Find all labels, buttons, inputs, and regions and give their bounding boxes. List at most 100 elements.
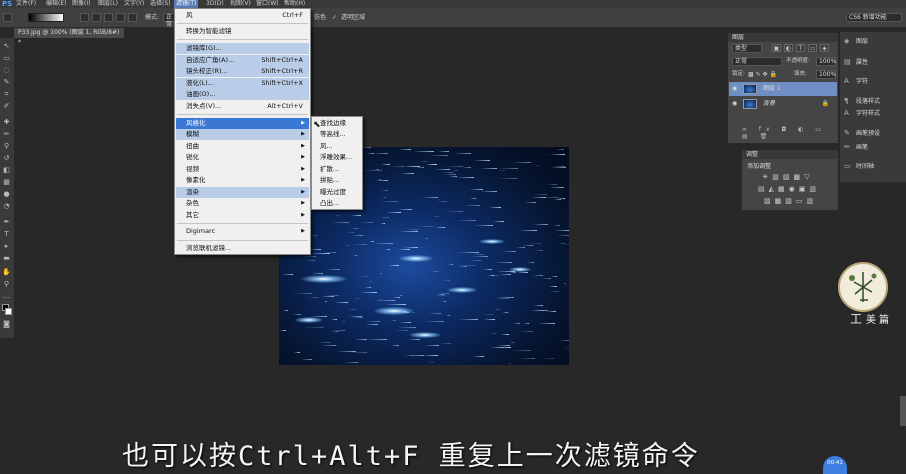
reflected-gradient-icon[interactable] bbox=[116, 13, 125, 22]
linear-gradient-icon[interactable] bbox=[80, 13, 89, 22]
menubar-item[interactable]: 帮助(H) bbox=[282, 0, 307, 8]
transparent-checkbox[interactable]: ✓ bbox=[332, 13, 337, 22]
submenu-contour[interactable]: 等高线... bbox=[313, 129, 361, 140]
opacity-field[interactable]: 100% bbox=[816, 57, 836, 66]
lock-icons[interactable]: ▩ ✎ ✥ 🔒 bbox=[748, 70, 777, 79]
submenu-tiles[interactable]: 拼贴... bbox=[313, 175, 361, 186]
layer-name[interactable]: 图层 1 bbox=[763, 82, 781, 96]
shape-tool-icon[interactable]: ▬ bbox=[2, 254, 11, 262]
hand-tool-icon[interactable]: ✋ bbox=[2, 268, 11, 276]
submenu-emboss[interactable]: 浮雕效果... bbox=[313, 152, 361, 163]
dock-brush-presets[interactable]: ✎ 画笔预设 bbox=[840, 128, 902, 139]
menubar-item[interactable]: 图像(I) bbox=[70, 0, 92, 8]
layer-row[interactable]: ◉ 图层 1 bbox=[729, 82, 837, 96]
filter-pixel-icon[interactable]: ▣ bbox=[772, 44, 781, 52]
menubar-item[interactable]: 文字(Y) bbox=[122, 0, 146, 8]
eye-icon[interactable]: ◉ bbox=[732, 82, 737, 96]
menu-item-stylize[interactable]: 风格化 ▶ bbox=[176, 118, 309, 129]
menu-item-oil-paint[interactable]: 油画(O)... bbox=[176, 89, 309, 100]
dock-brush[interactable]: ✏ 画笔 bbox=[840, 142, 902, 153]
quick-select-tool-icon[interactable]: ✎ bbox=[2, 78, 11, 86]
stamp-tool-icon[interactable]: ⚲ bbox=[2, 142, 11, 150]
more-tools-icon[interactable]: … bbox=[2, 292, 11, 300]
brush-tool-icon[interactable]: ✏ bbox=[2, 130, 11, 138]
adjustment-icons-row-2[interactable]: ▤◭▦◉▣▥ bbox=[758, 185, 820, 193]
menubar-item[interactable]: 文件(F) bbox=[14, 0, 38, 8]
adjustment-icons-row-3[interactable]: ▨▩▧▭▥ bbox=[764, 197, 817, 205]
menu-item-render[interactable]: 渲染 ▶ bbox=[176, 187, 309, 198]
submenu-wind[interactable]: 风... bbox=[313, 141, 361, 152]
gradient-tool-icon[interactable]: ▦ bbox=[2, 178, 11, 186]
blur-tool-icon[interactable]: ● bbox=[2, 190, 11, 198]
layers-panel-title[interactable]: 图层 bbox=[728, 33, 838, 42]
pen-tool-icon[interactable]: ✒ bbox=[2, 218, 11, 226]
menu-item-smart-filter[interactable]: 转换为智能滤镜 bbox=[176, 26, 309, 37]
layer-name[interactable]: 背景 bbox=[763, 97, 775, 111]
menu-item-vanishing-point[interactable]: 消失点(V)... Alt+Ctrl+V bbox=[176, 101, 309, 112]
menu-item-liquify[interactable]: 液化(L)... Shift+Ctrl+X bbox=[176, 78, 309, 89]
gradient-picker[interactable] bbox=[28, 13, 64, 22]
menu-item-distort[interactable]: 扭曲 ▶ bbox=[176, 141, 309, 152]
menu-item-adaptive-wide-angle[interactable]: 自适应广角(A)... Shift+Ctrl+A bbox=[176, 55, 309, 66]
dock-timeline[interactable]: ▭ 时间轴 bbox=[840, 161, 902, 172]
marquee-tool-icon[interactable]: ▭ bbox=[2, 54, 11, 62]
background-color[interactable] bbox=[5, 308, 12, 315]
submenu-diffuse[interactable]: 扩散... bbox=[313, 164, 361, 175]
crop-tool-icon[interactable]: ⌗ bbox=[2, 90, 11, 98]
dock-character[interactable]: A 字符 bbox=[840, 76, 902, 87]
menu-item-last-filter[interactable]: 风 Ctrl+F bbox=[176, 10, 309, 21]
menu-item-blur[interactable]: 模糊 ▶ bbox=[176, 129, 309, 140]
filter-type-icon[interactable]: T bbox=[796, 44, 805, 52]
menubar-item[interactable]: 视图(V) bbox=[228, 0, 253, 8]
menubar-item[interactable]: 窗口(W) bbox=[254, 0, 281, 8]
layer-row[interactable]: ◉ 背景 🔒 bbox=[729, 97, 837, 111]
path-select-icon[interactable]: ▸ bbox=[2, 242, 11, 250]
filter-shape-icon[interactable]: ▭ bbox=[808, 44, 817, 52]
menubar-item[interactable]: 选择(S) bbox=[148, 0, 173, 8]
quick-mask-icon[interactable]: ◙ bbox=[2, 320, 11, 328]
menubar-item[interactable]: 3D(D) bbox=[204, 0, 226, 8]
menu-item-digimarc[interactable]: Digimarc ▶ bbox=[176, 226, 309, 237]
submenu-solarize[interactable]: 曝光过度 bbox=[313, 187, 361, 198]
eyedropper-tool-icon[interactable]: ✐ bbox=[2, 102, 11, 110]
menu-item-browse-filters[interactable]: 浏览联机滤镜... bbox=[176, 243, 309, 254]
menubar-item[interactable]: 滤镜(T) bbox=[174, 0, 199, 8]
type-tool-icon[interactable]: T bbox=[2, 230, 11, 238]
scrollbar-handle[interactable] bbox=[900, 396, 906, 426]
blend-mode-select[interactable]: 正常 bbox=[732, 57, 782, 66]
fill-field[interactable]: 100% bbox=[816, 70, 836, 79]
document-tab[interactable]: P33.jpg @ 100% (图层 1, RGB/8#) * bbox=[14, 28, 124, 46]
menu-item-filter-gallery[interactable]: 滤镜库(G)... bbox=[176, 43, 309, 54]
dock-character-styles[interactable]: A 字符样式 bbox=[840, 108, 902, 119]
dock-layers[interactable]: ◈ 图层 bbox=[840, 36, 902, 47]
dodge-tool-icon[interactable]: ◔ bbox=[2, 202, 11, 210]
menu-item-other[interactable]: 其它 ▶ bbox=[176, 210, 309, 221]
eye-icon[interactable]: ◉ bbox=[732, 97, 737, 111]
eraser-tool-icon[interactable]: ◧ bbox=[2, 166, 11, 174]
zoom-tool-icon[interactable]: ⚲ bbox=[2, 280, 11, 288]
move-tool-icon[interactable]: ↖ bbox=[2, 42, 11, 50]
layer-kind-filter[interactable]: 类型 bbox=[732, 44, 762, 53]
menubar-item[interactable]: 编辑(E) bbox=[44, 0, 68, 8]
healing-tool-icon[interactable]: ✚ bbox=[2, 118, 11, 126]
lasso-tool-icon[interactable]: ◌ bbox=[2, 66, 11, 74]
menu-item-noise[interactable]: 杂色 ▶ bbox=[176, 198, 309, 209]
adjustment-icons-row-1[interactable]: ☀▥▨▩▽ bbox=[762, 173, 814, 181]
menu-item-pixelate[interactable]: 像素化 ▶ bbox=[176, 175, 309, 186]
menu-item-lens-correction[interactable]: 镜头校正(R)... Shift+Ctrl+R bbox=[176, 66, 309, 77]
dock-properties[interactable]: ▤ 属性 bbox=[840, 57, 902, 68]
dock-paragraph-styles[interactable]: ¶ 段落样式 bbox=[840, 96, 902, 107]
angle-gradient-icon[interactable] bbox=[104, 13, 113, 22]
diamond-gradient-icon[interactable] bbox=[128, 13, 137, 22]
workspace-select[interactable]: CS6 新增功能 bbox=[846, 13, 902, 22]
menu-item-sharpen[interactable]: 锐化 ▶ bbox=[176, 152, 309, 163]
filter-smart-icon[interactable]: ◈ bbox=[820, 44, 829, 52]
tool-preset-icon[interactable] bbox=[3, 13, 12, 22]
layer-actions[interactable]: ∞ fx ◘ ◐ ▭ ▤ 🗑 bbox=[742, 126, 838, 140]
radial-gradient-icon[interactable] bbox=[92, 13, 101, 22]
menubar-item[interactable]: 图层(L) bbox=[96, 0, 120, 8]
history-brush-icon[interactable]: ↺ bbox=[2, 154, 11, 162]
filter-adjust-icon[interactable]: ◐ bbox=[784, 44, 793, 52]
menu-item-video[interactable]: 视频 ▶ bbox=[176, 164, 309, 175]
submenu-extrude[interactable]: 凸出... bbox=[313, 198, 361, 209]
